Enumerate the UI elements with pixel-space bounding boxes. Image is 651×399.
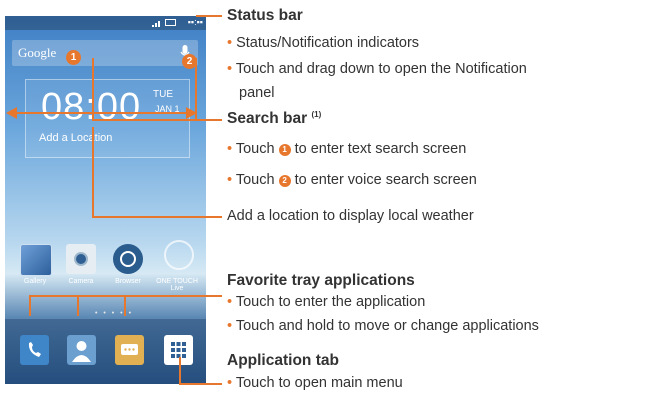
app-tab-callout xyxy=(179,357,222,385)
footnote-marker: (1) xyxy=(311,110,322,119)
status-bar-bullet-cont: panel xyxy=(239,85,275,101)
callout-lines xyxy=(6,15,222,385)
favorite-tray-bullet: • Touch and hold to move or change appli… xyxy=(227,318,539,334)
status-bar-heading: Status bar xyxy=(227,7,303,24)
app-tab-heading: Application tab xyxy=(227,352,339,369)
status-bar-bullet: • Status/Notification indicators xyxy=(227,35,420,51)
location-text: Add a location to display local weather xyxy=(227,208,474,224)
favorite-tray-bullet: • Touch to enter the application xyxy=(227,294,426,310)
search-bar-bullet: • Touch 2 to enter voice search screen xyxy=(227,172,477,188)
search-bar-bullet: • Touch 1 to enter text search screen xyxy=(227,141,467,157)
search-bar-callout xyxy=(92,58,222,121)
circle-number-2: 2 xyxy=(278,175,291,187)
favorite-tray-heading: Favorite tray applications xyxy=(227,272,415,289)
search-bar-heading: Search bar (1) xyxy=(227,110,322,128)
status-bar-bullet: • Touch and drag down to open the Notifi… xyxy=(227,61,527,77)
arrow-left-icon xyxy=(6,107,17,119)
location-callout xyxy=(92,127,222,218)
app-tab-bullet: • Touch to open main menu xyxy=(227,375,403,391)
circle-number-1: 1 xyxy=(278,144,291,156)
